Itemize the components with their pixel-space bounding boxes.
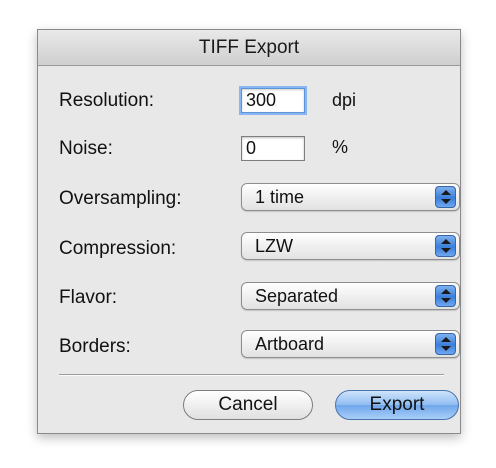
oversampling-label: Oversampling:	[59, 188, 182, 209]
flavor-value: Separated	[255, 286, 339, 306]
flavor-popup[interactable]: Separated	[241, 282, 460, 310]
compression-value: LZW	[255, 236, 293, 256]
separator	[59, 374, 444, 376]
resolution-unit: dpi	[332, 90, 357, 110]
popup-arrows-icon	[435, 235, 456, 257]
flavor-label: Flavor:	[59, 287, 118, 308]
borders-popup[interactable]: Artboard	[241, 330, 460, 358]
noise-label: Noise:	[59, 138, 113, 159]
dialog-title: TIFF Export	[38, 30, 460, 66]
popup-arrows-icon	[435, 285, 456, 307]
compression-label: Compression:	[59, 238, 177, 259]
cancel-button[interactable]: Cancel	[183, 390, 313, 420]
oversampling-value: 1 time	[255, 187, 305, 207]
popup-arrows-icon	[435, 186, 456, 208]
borders-value: Artboard	[255, 334, 325, 354]
oversampling-popup[interactable]: 1 time	[241, 183, 460, 211]
noise-input[interactable]: 0	[241, 136, 305, 161]
noise-unit: %	[332, 137, 349, 157]
compression-popup[interactable]: LZW	[241, 232, 460, 260]
tiff-export-dialog: TIFF Export Resolution: 300 dpi Noise: 0…	[37, 29, 461, 434]
export-button[interactable]: Export	[335, 390, 459, 420]
resolution-label: Resolution:	[59, 90, 155, 111]
popup-arrows-icon	[435, 333, 456, 355]
resolution-input[interactable]: 300	[241, 88, 305, 113]
borders-label: Borders:	[59, 336, 131, 357]
